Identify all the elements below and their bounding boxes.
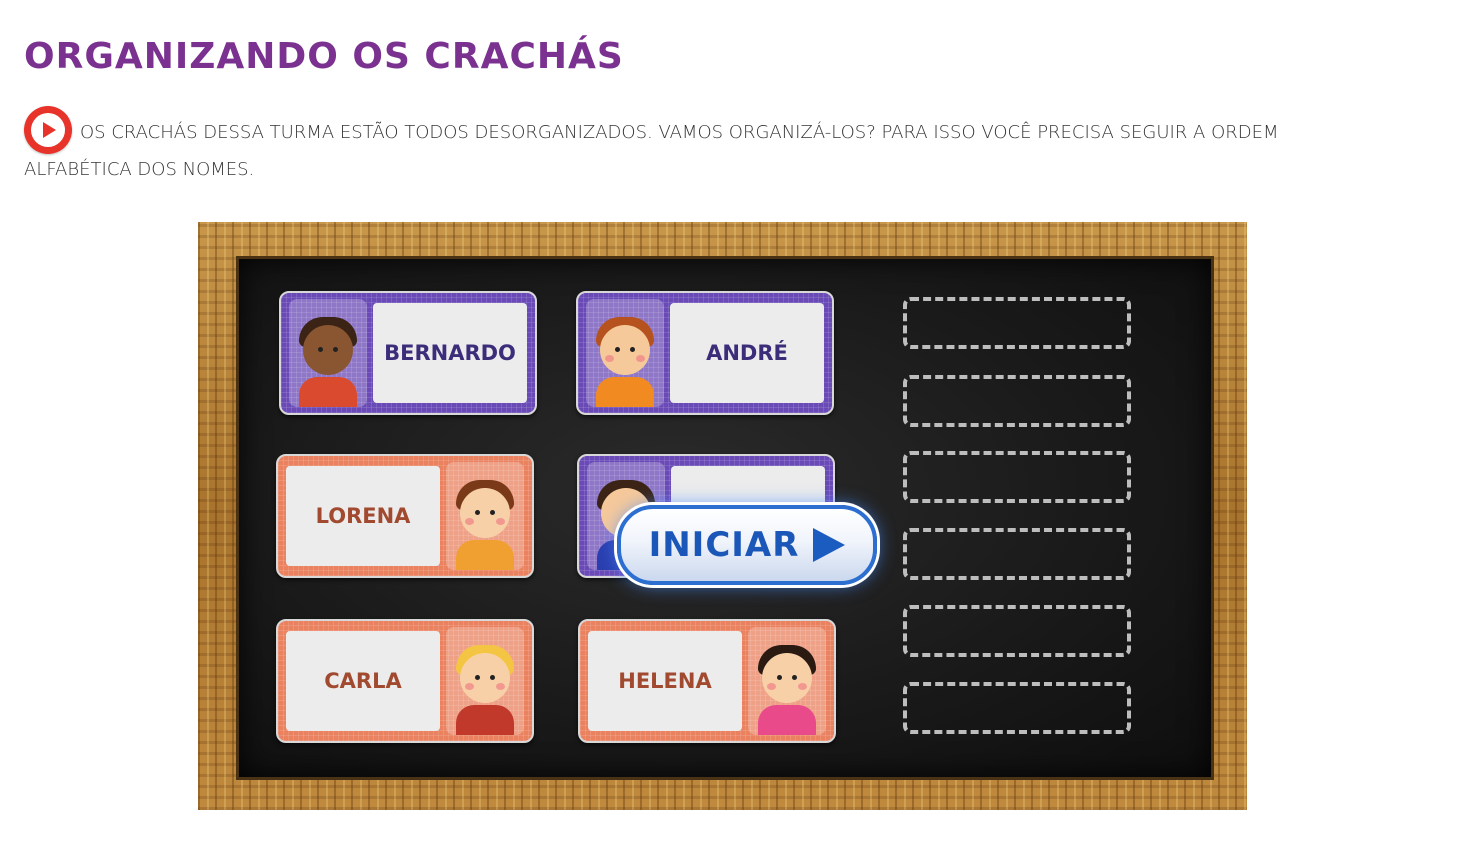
drop-slot-4[interactable] [903,528,1131,580]
child-avatar-icon [289,299,367,407]
play-arrow-icon [813,528,846,562]
drop-slot-3[interactable] [903,451,1131,503]
badge-name: HELENA [588,631,742,731]
drop-slot-2[interactable] [903,375,1131,427]
drop-slot-6[interactable] [903,682,1131,734]
badge-card-bernardo[interactable]: BERNARDO [279,291,537,415]
badge-name: LORENA [286,466,440,566]
page-title: ORGANIZANDO OS CRACHÁS [24,36,624,77]
child-avatar-icon [446,462,524,570]
start-button-label: INICIAR [648,525,800,565]
child-avatar-icon [748,627,826,735]
chalkboard: BERNARDO ANDRÉ LORENA CARLA HELENA INICI… [236,256,1214,780]
badge-name: BERNARDO [373,303,527,403]
child-avatar-icon [446,627,524,735]
badge-card-carla[interactable]: CARLA [276,619,534,743]
badge-card-helena[interactable]: HELENA [578,619,836,743]
badge-name: CARLA [286,631,440,731]
drop-slot-1[interactable] [903,297,1131,349]
start-button[interactable]: INICIAR [617,505,877,585]
badge-name: ANDRÉ [670,303,824,403]
drop-slot-5[interactable] [903,605,1131,657]
instructions-text: OS CRACHÁS DESSA TURMA ESTÃO TODOS DESOR… [24,122,1279,180]
game-frame: BERNARDO ANDRÉ LORENA CARLA HELENA INICI… [198,222,1247,810]
badge-card-lorena[interactable]: LORENA [276,454,534,578]
child-avatar-icon [586,299,664,407]
badge-card-andre[interactable]: ANDRÉ [576,291,834,415]
